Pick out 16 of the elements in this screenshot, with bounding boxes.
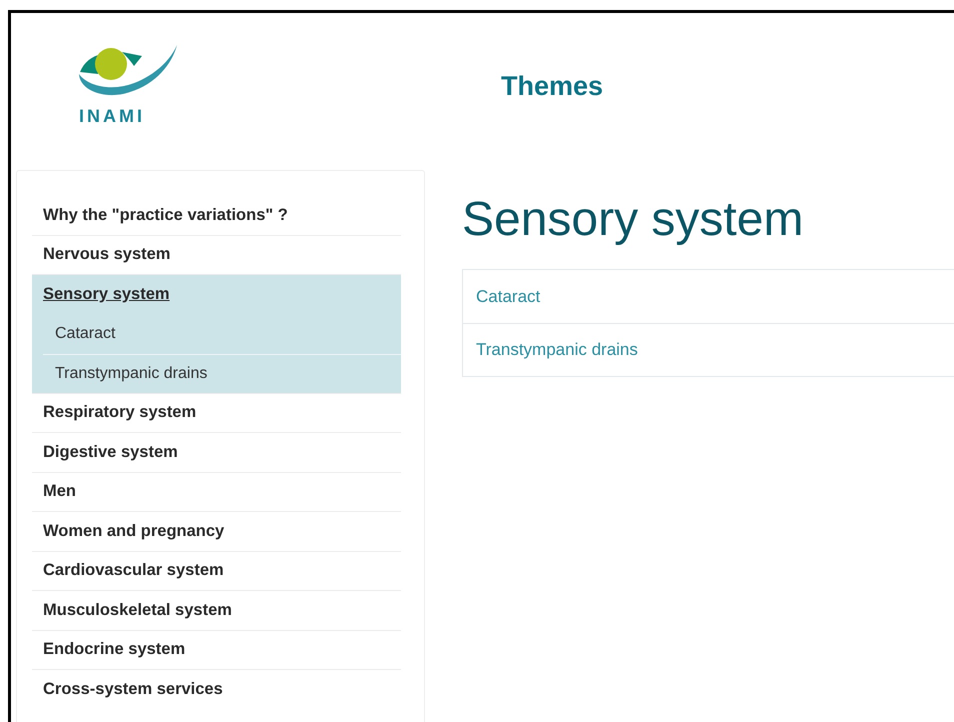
nav-item[interactable]: Endocrine system [32, 630, 401, 670]
nav-item[interactable]: Respiratory system [32, 394, 401, 433]
logo-wordmark: INAMI [78, 106, 145, 127]
nav-subitem[interactable]: Transtympanic drains [43, 354, 401, 392]
section-heading: Sensory system [462, 192, 804, 247]
nav-item[interactable]: Cross-system services [32, 670, 401, 710]
nav-item[interactable]: Cardiovascular system [32, 552, 401, 591]
nav-subitem[interactable]: Cataract [43, 314, 401, 354]
nav-item[interactable]: Musculoskeletal system [32, 591, 401, 630]
topic-link[interactable]: Transtympanic drains [463, 323, 954, 376]
nav-item[interactable]: Men [32, 472, 401, 512]
page-title: Themes [501, 71, 604, 102]
topic-link[interactable]: Cataract [463, 270, 954, 323]
nav-item[interactable]: Why the "practice variations" ? [32, 196, 401, 236]
nav-item[interactable]: Women and pregnancy [32, 512, 401, 552]
nav-item[interactable]: Digestive system [32, 433, 401, 472]
